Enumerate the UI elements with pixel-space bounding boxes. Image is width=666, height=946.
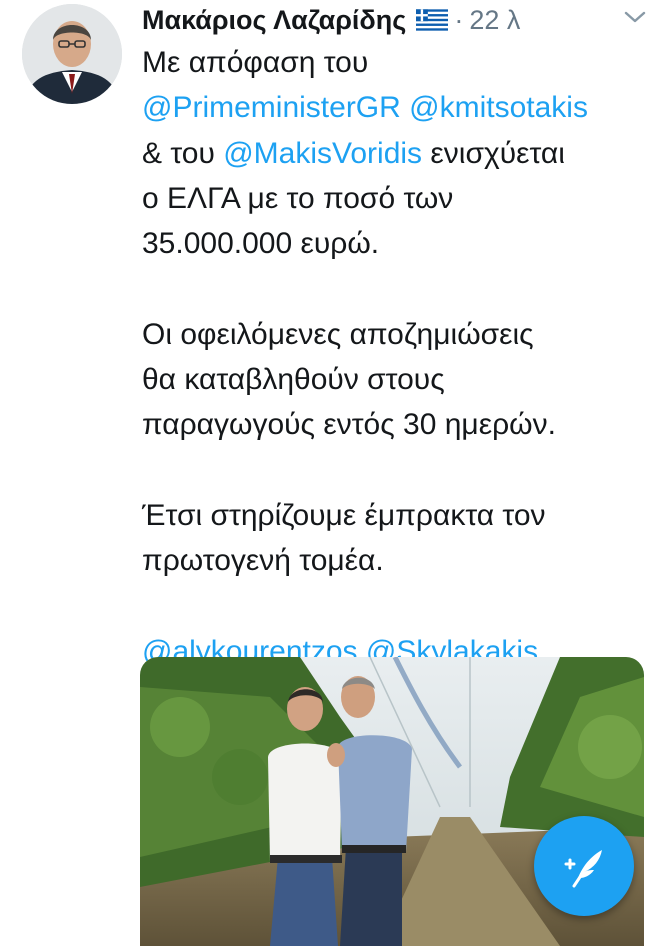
- avatar[interactable]: [22, 4, 122, 104]
- text-line: Έτσι στηρίζουμε έμπρακτα τον: [142, 498, 546, 532]
- avatar-photo: [22, 4, 122, 104]
- compose-tweet-button[interactable]: [534, 816, 634, 916]
- text-line: Με απόφαση του: [142, 46, 369, 79]
- text-line: θα καταβληθούν στους: [142, 363, 445, 397]
- author-name[interactable]: Μακάριος Λαζαρίδης: [142, 5, 406, 36]
- text-line: πρωτογενή τομέα.: [142, 544, 384, 578]
- text-line: παραγωγούς εντός 30 ημερών.: [142, 408, 556, 442]
- chevron-down-icon[interactable]: [622, 8, 648, 26]
- mention-link[interactable]: @MakisVoridis: [223, 137, 422, 170]
- compose-feather-icon: [564, 850, 602, 888]
- text-fragment: & του: [142, 136, 215, 170]
- tweet-text: Με απόφαση του @PrimeministerGR @kmitsot…: [142, 40, 647, 674]
- text-line: Οι οφειλόμενες αποζημιώσεις: [142, 317, 534, 351]
- tweet-timestamp[interactable]: 22 λ: [469, 5, 520, 36]
- text-line: & του @MakisVoridis ενισχύεται: [142, 131, 647, 176]
- greek-flag-icon: [416, 9, 449, 31]
- meta-separator: ·: [454, 4, 464, 35]
- mention-link[interactable]: @PrimeministerGR: [142, 91, 401, 124]
- tweet-header: Μακάριος Λαζαρίδης · 22 λ: [142, 2, 648, 38]
- text-line: @PrimeministerGR @kmitsotakis: [142, 85, 647, 130]
- text-fragment: ενισχύεται: [430, 136, 565, 170]
- text-line: ο ΕΛΓΑ με το ποσό των: [142, 181, 454, 215]
- text-line: 35.000.000 ευρώ.: [142, 227, 380, 261]
- mention-link[interactable]: @kmitsotakis: [409, 91, 588, 124]
